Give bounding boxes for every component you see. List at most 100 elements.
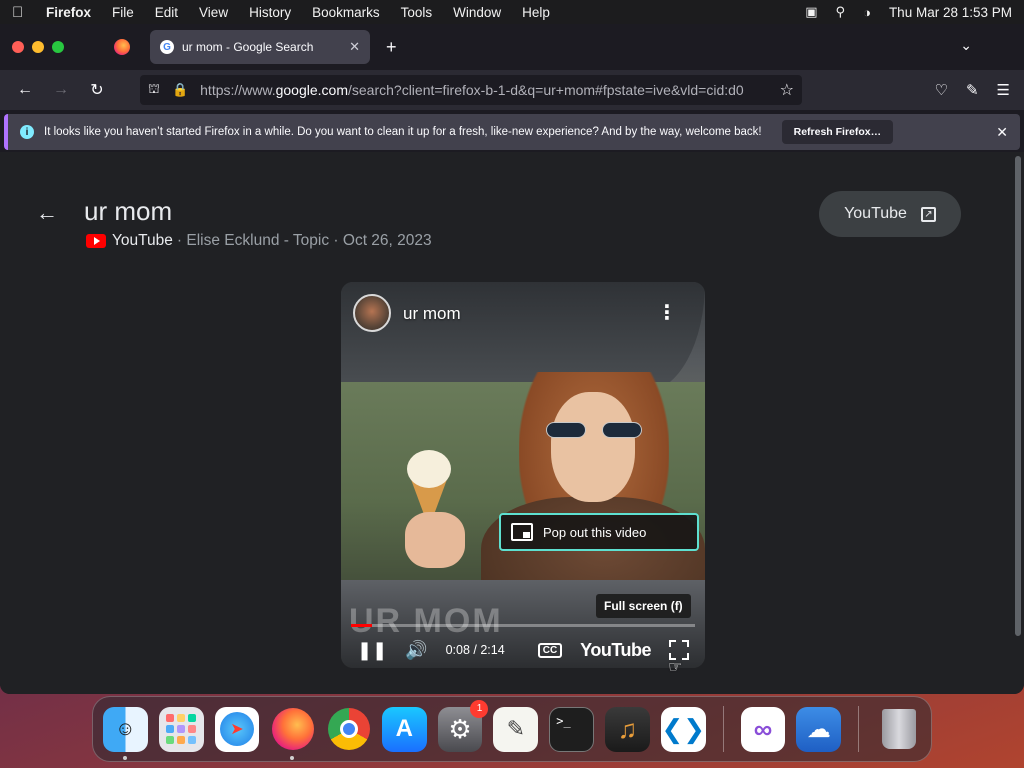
pocket-icon[interactable]: ♡ — [935, 81, 948, 99]
back-to-results-arrow-icon[interactable]: ← — [36, 200, 58, 226]
dock-launchpad[interactable] — [158, 706, 204, 752]
screen-mirroring-icon[interactable]: ▣ — [805, 4, 817, 20]
menu-bookmarks[interactable]: Bookmarks — [312, 5, 380, 20]
menu-tools[interactable]: Tools — [401, 5, 433, 20]
dock-system-settings[interactable]: ⚙ 1 — [437, 699, 489, 752]
dock-garageband[interactable]: ♫ — [605, 706, 650, 752]
pause-icon[interactable]: ❚❚ — [357, 640, 387, 661]
new-tab-icon[interactable]: + — [386, 37, 397, 58]
toolbar-right: ♡ ✎ ☰ — [935, 81, 1010, 99]
pop-out-video-button[interactable]: Pop out this video — [499, 513, 699, 551]
menu-bar:  Firefox File Edit View History Bookmar… — [0, 0, 1024, 24]
dock-app-store[interactable]: A — [381, 706, 427, 752]
source-name: YouTube — [112, 232, 173, 249]
reload-button[interactable]: ↻ — [82, 75, 112, 105]
page-content: ← ur mom YouTube · Elise Ecklund - Topic… — [0, 152, 1024, 694]
window-controls — [12, 41, 64, 53]
dock-separator-2 — [858, 706, 860, 752]
firefox-window: G ur mom - Google Search ✕ + ⌄ ← → ↻ ⛫ 🔒… — [0, 24, 1024, 694]
dock-chrome[interactable] — [326, 707, 371, 752]
channel-and-date: · Elise Ecklund - Topic · Oct 26, 2023 — [176, 232, 432, 249]
dock-trash[interactable] — [876, 707, 921, 752]
close-tab-icon[interactable]: ✕ — [349, 39, 360, 55]
captions-icon[interactable]: CC — [537, 642, 563, 658]
menu-file[interactable]: File — [112, 5, 134, 20]
video-player[interactable]: UR MOM ur mom ⋮ Pop out this video Full … — [341, 282, 705, 668]
menu-edit[interactable]: Edit — [155, 5, 178, 20]
open-in-youtube-button[interactable]: YouTube ↗ — [819, 191, 961, 237]
pinned-tab-firefox[interactable] — [110, 35, 134, 59]
dock-visual-studio[interactable]: ∞ — [740, 706, 786, 752]
menu-history[interactable]: History — [249, 5, 291, 20]
url-text[interactable]: https://www.google.com/search?client=fir… — [200, 82, 772, 98]
video-time: 0:08 / 2:14 — [445, 643, 505, 657]
extensions-puzzle-icon[interactable]: ✎ — [966, 81, 979, 99]
dock-separator — [722, 706, 724, 752]
video-frame-face — [551, 392, 635, 502]
control-center-icon[interactable]: ◑ — [863, 5, 871, 20]
refresh-notification-bar: i It looks like you haven’t started Fire… — [4, 114, 1020, 150]
list-all-tabs-chevron-icon[interactable]: ⌄ — [960, 37, 972, 54]
close-window-button[interactable] — [12, 41, 24, 53]
finder-running-indicator — [123, 755, 127, 760]
tab-google-search[interactable]: G ur mom - Google Search ✕ — [150, 30, 370, 64]
pop-out-label: Pop out this video — [543, 524, 647, 540]
menu-firefox[interactable]: Firefox — [46, 5, 91, 20]
dock-firefox[interactable] — [270, 707, 315, 760]
dock-safari[interactable]: ➤ — [214, 706, 260, 752]
back-button[interactable]: ← — [10, 75, 40, 105]
youtube-logo-button[interactable]: YouTube — [580, 640, 651, 661]
dock-terminal[interactable]: >_ — [549, 706, 595, 752]
channel-avatar[interactable] — [353, 294, 391, 332]
open-in-youtube-label: YouTube — [844, 205, 907, 222]
trash-icon — [881, 709, 916, 749]
video-controls: ❚❚ 🔊 0:08 / 2:14 CC YouTube — [341, 632, 705, 668]
page-scrollbar[interactable] — [1015, 156, 1021, 636]
volume-icon[interactable]: 🔊 — [405, 640, 427, 661]
bookmark-star-icon[interactable]: ☆ — [780, 80, 794, 100]
video-progress-bar[interactable] — [351, 624, 695, 627]
more-options-icon[interactable]: ⋮ — [657, 300, 677, 325]
dock-weather[interactable]: ☁ — [796, 706, 842, 752]
menu-window[interactable]: Window — [453, 5, 501, 20]
video-controls-right: CC YouTube — [537, 640, 689, 661]
url-path: /search?client=firefox-b-1-d&q=ur+mom#fp… — [348, 82, 744, 98]
app-menu-hamburger-icon[interactable]: ☰ — [997, 81, 1010, 99]
dock: ☺ ➤ A ⚙ 1 ✎ >_ ♫ ❮❯ ∞ ☁ — [92, 696, 932, 762]
video-frame-sunglasses — [546, 422, 642, 438]
firefox-icon — [271, 708, 314, 750]
youtube-logo-icon — [86, 234, 106, 248]
navigation-toolbar: ← → ↻ ⛫ 🔒 https://www.google.com/search?… — [0, 70, 1024, 110]
safari-compass-icon: ➤ — [219, 712, 254, 746]
video-progress-fill — [351, 624, 372, 627]
settings-notification-badge: 1 — [470, 699, 489, 718]
url-domain: google.com — [275, 82, 348, 98]
forward-button[interactable]: → — [46, 75, 76, 105]
url-prefix: https://www. — [200, 82, 276, 98]
video-title[interactable]: ur mom — [403, 304, 461, 324]
google-favicon-icon: G — [160, 40, 174, 54]
minimize-window-button[interactable] — [32, 41, 44, 53]
info-icon: i — [20, 125, 34, 139]
menu-bar-clock[interactable]: Thu Mar 28 1:53 PM — [889, 5, 1012, 20]
firefox-logo-icon — [114, 39, 130, 55]
dock-finder[interactable]: ☺ — [103, 706, 148, 760]
notification-message: It looks like you haven’t started Firefo… — [44, 126, 762, 138]
dock-textedit[interactable]: ✎ — [493, 706, 539, 752]
dock-vscode[interactable]: ❮❯ — [660, 706, 706, 752]
lock-icon[interactable]: 🔒 — [172, 82, 188, 98]
menu-help[interactable]: Help — [522, 5, 550, 20]
apple-menu-icon[interactable]:  — [12, 4, 32, 21]
close-notification-icon[interactable]: ✕ — [996, 124, 1008, 141]
chrome-icon — [327, 708, 370, 750]
url-bar[interactable]: ⛫ 🔒 https://www.google.com/search?client… — [140, 75, 802, 105]
fullscreen-tooltip: Full screen (f) — [596, 594, 691, 618]
tracking-protection-shield-icon[interactable]: ⛫ — [148, 81, 160, 99]
firefox-running-indicator — [290, 755, 295, 760]
refresh-firefox-button[interactable]: Refresh Firefox… — [781, 120, 894, 144]
menu-bar-status: ▣ ⚲ ◑ Thu Mar 28 1:53 PM — [805, 4, 1012, 20]
video-frame-ice-cream-scoop — [407, 450, 451, 488]
menu-view[interactable]: View — [199, 5, 228, 20]
zoom-window-button[interactable] — [52, 41, 64, 53]
spotlight-search-icon[interactable]: ⚲ — [836, 4, 846, 20]
